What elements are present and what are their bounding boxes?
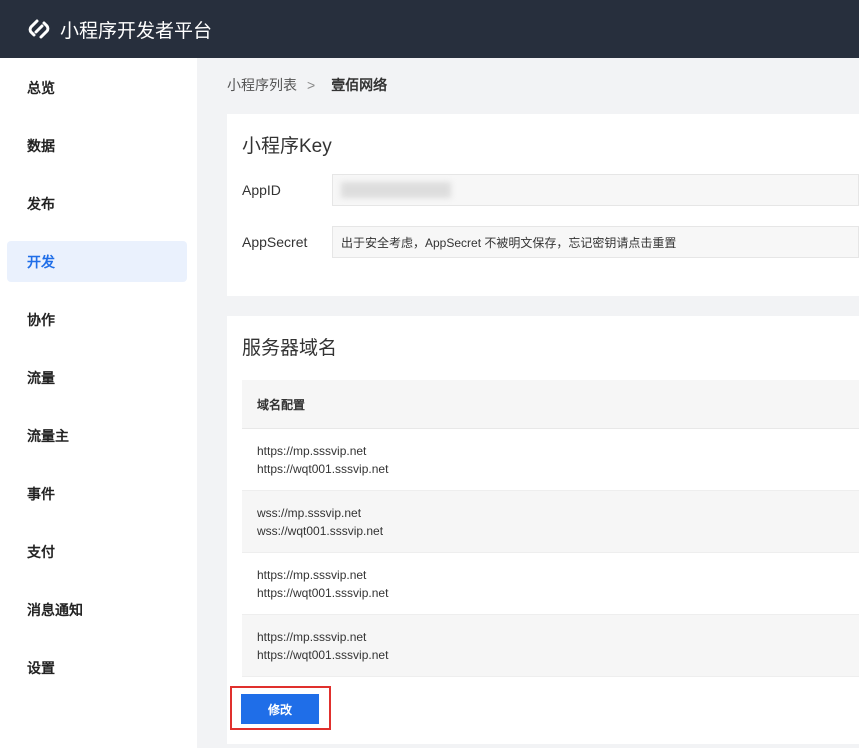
- app-title: 小程序开发者平台: [60, 20, 213, 42]
- sidebar-item-collab[interactable]: 协作: [7, 299, 187, 340]
- domain-url: https://mp.sssvip.net: [257, 629, 367, 644]
- domain-card: 服务器域名 域名配置 https://mp.sssvip.net https://…: [227, 316, 859, 744]
- appsecret-field[interactable]: 出于安全考虑，AppSecret 不被明文保存，忘记密钥请点击重置: [332, 226, 859, 258]
- logo-icon: [28, 19, 50, 39]
- key-title: 小程序Key: [242, 136, 332, 157]
- sidebar: 总览 数据 发布 开发 协作 流量 流量主 事件 支付 消息通知 设置: [0, 58, 197, 748]
- sidebar-item-publish[interactable]: 发布: [7, 183, 187, 224]
- edit-button[interactable]: 修改: [241, 694, 319, 724]
- table-row: https://mp.sssvip.net https://wqt001.sssv…: [242, 615, 859, 677]
- highlight-box: 修改: [230, 686, 331, 730]
- appid-redacted: [341, 182, 451, 198]
- breadcrumb-current: 壹佰网络: [331, 77, 388, 93]
- domain-url: wss://wqt001.sssvip.net: [257, 523, 384, 538]
- breadcrumb: 小程序列表 > 壹佰网络: [227, 75, 387, 95]
- domain-url: https://wqt001.sssvip.net: [257, 585, 389, 600]
- domain-url: https://wqt001.sssvip.net: [257, 461, 389, 476]
- appid-field[interactable]: [332, 174, 859, 206]
- sidebar-item-payment[interactable]: 支付: [7, 531, 187, 572]
- table-row: wss://mp.sssvip.net wss://wqt001.sssvip.n…: [242, 491, 859, 553]
- sidebar-item-data[interactable]: 数据: [7, 125, 187, 166]
- table-row: https://mp.sssvip.net https://wqt001.sssv…: [242, 553, 859, 615]
- key-card: 小程序Key AppID AppSecret 出于安全考虑，AppSecret …: [227, 114, 859, 296]
- domain-title: 服务器域名: [242, 338, 338, 359]
- sidebar-item-overview[interactable]: 总览: [7, 67, 187, 108]
- top-bar: 小程序开发者平台: [0, 0, 859, 58]
- sidebar-item-settings[interactable]: 设置: [7, 647, 187, 688]
- domain-url: https://mp.sssvip.net: [257, 567, 367, 582]
- table-row: https://mp.sssvip.net https://wqt001.sssv…: [242, 429, 859, 491]
- sidebar-item-develop[interactable]: 开发: [7, 241, 187, 282]
- domain-url: wss://mp.sssvip.net: [257, 505, 362, 520]
- column-header: 域名配置: [242, 380, 859, 429]
- sidebar-item-notifications[interactable]: 消息通知: [7, 589, 187, 630]
- sidebar-item-traffic[interactable]: 流量: [7, 357, 187, 398]
- domain-url: https://mp.sssvip.net: [257, 443, 367, 458]
- breadcrumb-parent[interactable]: 小程序列表: [227, 77, 297, 93]
- domain-table: 域名配置 https://mp.sssvip.net https://wqt001…: [242, 380, 859, 677]
- sidebar-item-events[interactable]: 事件: [7, 473, 187, 514]
- appsecret-label: AppSecret: [242, 234, 308, 250]
- appid-label: AppID: [242, 182, 281, 198]
- domain-url: https://wqt001.sssvip.net: [257, 647, 389, 662]
- chevron-right-icon: >: [307, 77, 316, 93]
- sidebar-item-traffic-owner[interactable]: 流量主: [7, 415, 187, 456]
